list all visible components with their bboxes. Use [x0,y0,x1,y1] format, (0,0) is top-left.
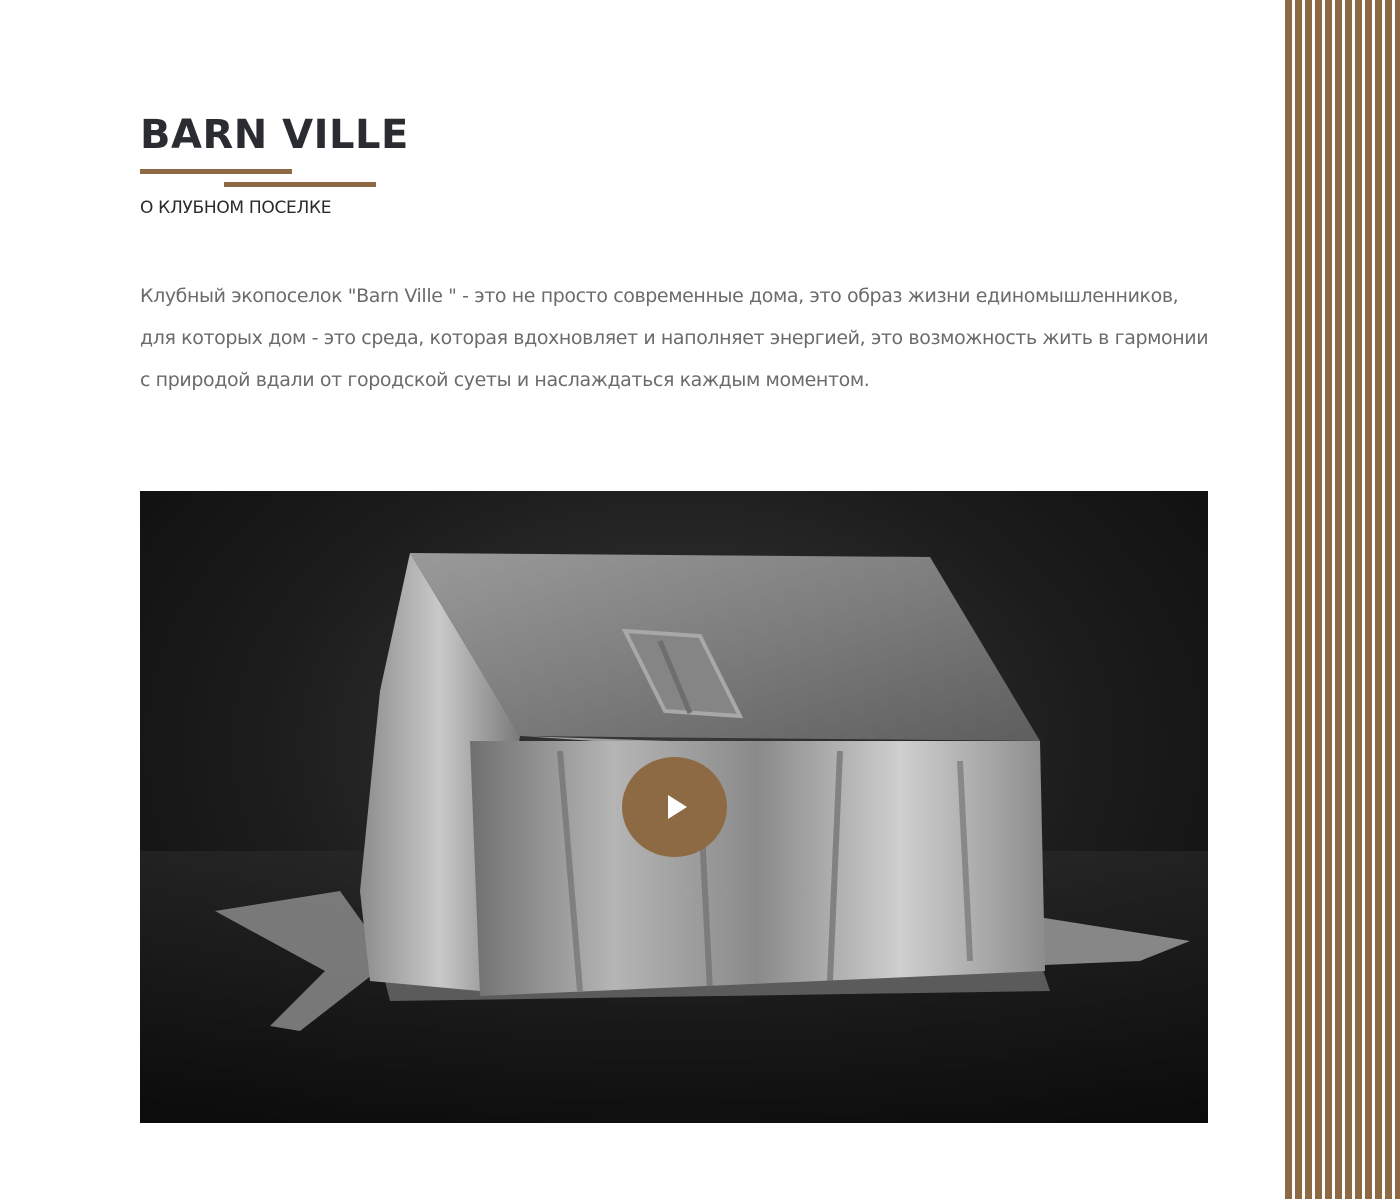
play-icon [668,795,687,819]
video-player[interactable] [140,491,1208,1123]
decorative-stripes [1282,0,1400,1199]
description-text: Клубный экопоселок "Barn Ville " - это н… [140,285,1209,391]
title-underline-bottom [224,182,376,187]
page-title: BARN VILLE [140,112,409,158]
title-underline-top [140,169,292,174]
play-button[interactable] [622,757,727,857]
section-subtitle: О КЛУБНОМ ПОСЕЛКЕ [140,198,332,218]
